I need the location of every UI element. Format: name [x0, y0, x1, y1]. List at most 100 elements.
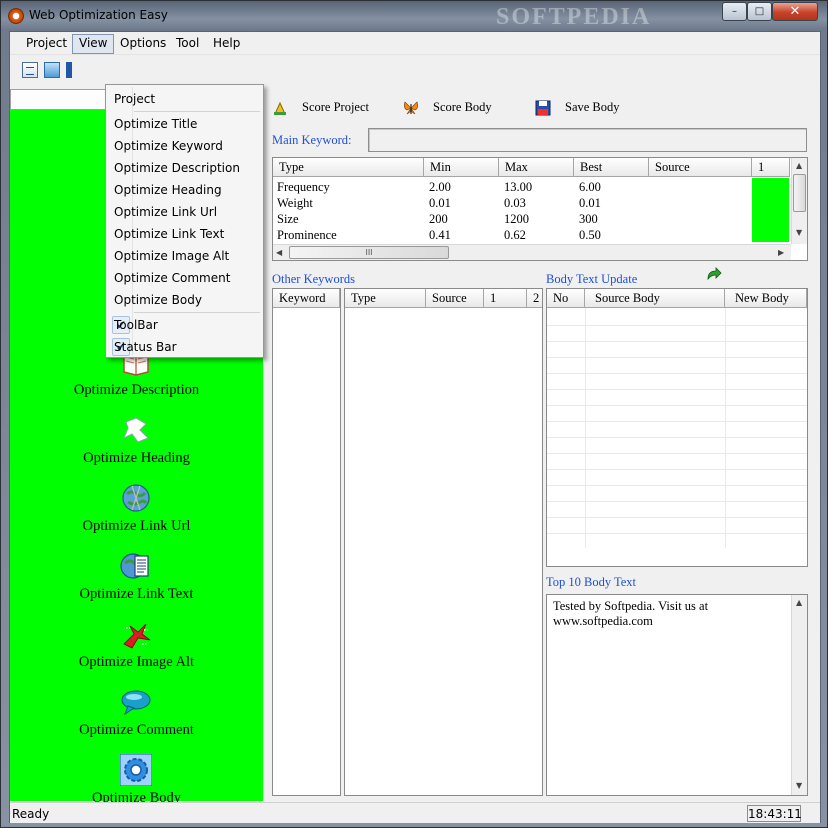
- grid-line: [547, 341, 807, 342]
- view-menu-item-optimize-keyword[interactable]: Optimize Keyword: [108, 135, 261, 157]
- view-menu-item-optimize-heading[interactable]: Optimize Heading: [108, 179, 261, 201]
- nav-optimize-link-url[interactable]: Optimize Link Url: [10, 482, 263, 546]
- score-table-hscroll[interactable]: ◀ III ▶: [273, 244, 791, 260]
- column-header[interactable]: New Body: [725, 289, 807, 308]
- scroll-up-arrow[interactable]: ▲: [796, 598, 802, 607]
- open-image-icon[interactable]: [44, 62, 60, 78]
- scroll-thumb[interactable]: III: [289, 246, 449, 259]
- column-header[interactable]: Best: [574, 158, 649, 177]
- score-table-vscroll[interactable]: ▲ ▼: [791, 158, 807, 244]
- view-menu-item-optimize-comment[interactable]: Optimize Comment: [108, 267, 261, 289]
- column-header[interactable]: Min: [424, 158, 499, 177]
- refresh-icon[interactable]: [706, 267, 722, 281]
- table-cell: 2.00: [429, 180, 451, 194]
- column-header[interactable]: Source Body: [585, 289, 725, 308]
- column-header[interactable]: 1: [752, 158, 790, 177]
- view-menu-item-optimize-link-url[interactable]: Optimize Link Url: [108, 201, 261, 223]
- save-icon[interactable]: [66, 62, 72, 78]
- app-icon[interactable]: [8, 8, 24, 24]
- save-body-button[interactable]: Save Body: [535, 98, 635, 120]
- score-body-button[interactable]: Score Body: [403, 98, 503, 120]
- column-header[interactable]: Max: [499, 158, 574, 177]
- body-text-update-table[interactable]: No Source Body New Body: [546, 288, 808, 567]
- watermark: SOFTPEDIA: [496, 4, 652, 30]
- score-project-button[interactable]: Score Project: [272, 98, 382, 120]
- speech-bubble-icon: [121, 690, 151, 716]
- nav-label: Optimize Link Url: [82, 518, 191, 534]
- nav-optimize-heading[interactable]: Optimize Heading: [10, 414, 263, 478]
- other-keywords-list[interactable]: Keyword: [272, 288, 341, 796]
- view-dropdown-menu: Project Optimize Title Optimize Keyword Opt…: [105, 84, 264, 358]
- table-cell: 0.01: [579, 196, 601, 210]
- top10-vscroll[interactable]: ▲ ▼: [791, 595, 807, 795]
- table-cell: 0.50: [579, 228, 601, 242]
- table-cell: Weight: [277, 196, 313, 210]
- menu-item-label: Status Bar: [114, 340, 177, 354]
- nav-optimize-comment[interactable]: Optimize Comment: [10, 686, 263, 750]
- column-header[interactable]: Keyword: [273, 289, 340, 308]
- menu-project[interactable]: Project: [20, 35, 73, 53]
- nav-label: Optimize Link Text: [79, 586, 194, 602]
- column-header[interactable]: Type: [273, 158, 424, 177]
- table-cell: Frequency: [277, 180, 330, 194]
- scroll-thumb[interactable]: [793, 174, 806, 212]
- maximize-button[interactable]: □: [747, 2, 772, 21]
- globe-icon: [122, 484, 150, 512]
- view-menu-item-optimize-body[interactable]: Optimize Body: [108, 289, 261, 311]
- scroll-left-arrow[interactable]: ◀: [276, 248, 282, 257]
- client-area: Project View Options Tool Help Optimize …: [9, 31, 821, 823]
- scroll-down-arrow[interactable]: ▼: [796, 781, 802, 790]
- close-button[interactable]: ✕: [772, 2, 818, 21]
- score-table[interactable]: Type Min Max Best Source 1 Frequency 2.0…: [272, 157, 808, 261]
- main-keyword-input[interactable]: [368, 128, 807, 152]
- scroll-right-arrow[interactable]: ▶: [778, 248, 784, 257]
- scroll-up-arrow[interactable]: ▲: [796, 161, 802, 170]
- view-menu-item-status-bar[interactable]: ✔ Status Bar: [108, 336, 261, 358]
- menu-options[interactable]: Options: [114, 35, 172, 53]
- nav-label: Optimize Description: [73, 382, 200, 398]
- menu-item-label: Optimize Body: [114, 293, 202, 307]
- scroll-down-arrow[interactable]: ▼: [796, 228, 802, 237]
- column-header[interactable]: Source: [426, 289, 484, 308]
- view-menu-item-optimize-link-text[interactable]: Optimize Link Text: [108, 223, 261, 245]
- view-menu-item-optimize-description[interactable]: Optimize Description: [108, 157, 261, 179]
- menu-tool[interactable]: Tool: [170, 35, 205, 53]
- menu-view[interactable]: View: [72, 34, 115, 54]
- floppy-disk-icon: [535, 100, 551, 116]
- table-cell: 13.00: [504, 180, 533, 194]
- grid-line: [547, 357, 807, 358]
- status-bar: Ready 18:43:11: [10, 802, 820, 823]
- title-bar[interactable]: Web Optimization Easy SOFTPEDIA – □ ✕: [1, 1, 827, 31]
- grid-line: [547, 389, 807, 390]
- nav-optimize-link-text[interactable]: Optimize Link Text: [10, 550, 263, 614]
- column-header[interactable]: Type: [345, 289, 426, 308]
- column-header[interactable]: No: [547, 289, 585, 308]
- nav-optimize-image-alt[interactable]: Optimize Image Alt: [10, 618, 263, 682]
- view-menu-item-project[interactable]: Project: [108, 88, 261, 110]
- window-title: Web Optimization Easy: [29, 8, 168, 22]
- status-clock: 18:43:11: [747, 805, 802, 822]
- minimize-button[interactable]: –: [722, 2, 747, 21]
- table-cell: 0.62: [504, 228, 526, 242]
- view-menu-item-optimize-title[interactable]: Optimize Title: [108, 113, 261, 135]
- menu-item-label: Optimize Heading: [114, 183, 222, 197]
- menu-item-label: Optimize Keyword: [114, 139, 223, 153]
- column-header[interactable]: Source: [649, 158, 752, 177]
- top10-body-textarea[interactable]: Tested by Softpedia. Visit us at www.sof…: [546, 594, 808, 796]
- top10-body-text: Tested by Softpedia. Visit us at www.sof…: [553, 599, 709, 628]
- new-document-icon[interactable]: [22, 62, 38, 78]
- column-header[interactable]: 2: [527, 289, 542, 308]
- butterfly-icon: [404, 101, 418, 115]
- menu-separator: [134, 111, 260, 112]
- menu-item-label: ToolBar: [114, 318, 158, 332]
- view-menu-item-optimize-image-alt[interactable]: Optimize Image Alt: [108, 245, 261, 267]
- menu-help[interactable]: Help: [207, 35, 246, 53]
- view-menu-item-toolbar[interactable]: ✔ ToolBar: [108, 314, 261, 336]
- table-cell: Prominence: [277, 228, 337, 242]
- score-project-label: Score Project: [302, 100, 369, 114]
- menu-item-label: Project: [114, 92, 156, 106]
- menu-item-label: Optimize Link Url: [114, 205, 218, 219]
- table-cell: Size: [277, 212, 299, 226]
- keyword-detail-table[interactable]: Type Source 1 2: [344, 288, 543, 796]
- column-header[interactable]: 1: [484, 289, 527, 308]
